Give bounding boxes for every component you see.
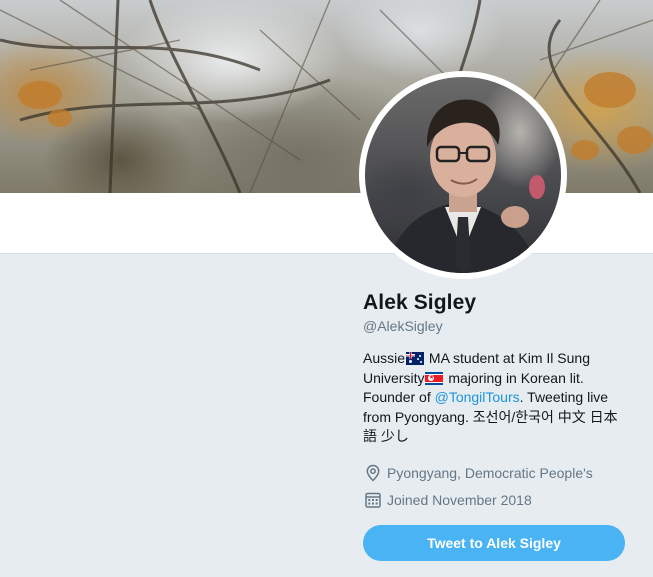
bio-mention-link[interactable]: @TongilTours [435, 389, 520, 405]
profile-bio: Aussie MA student at Kim Il Sung Univers… [363, 349, 625, 447]
tweet-to-button[interactable]: Tweet to Alek Sigley [363, 525, 625, 561]
location-text: Pyongyang, Democratic People's [387, 465, 593, 481]
profile-avatar[interactable] [359, 71, 567, 279]
avatar-photo [365, 77, 561, 273]
joined-text: Joined November 2018 [387, 492, 532, 508]
profile-joined-date: Joined November 2018 [364, 490, 532, 510]
australia-flag-icon [406, 352, 425, 365]
north-korea-flag-icon [425, 371, 444, 385]
profile-name[interactable]: Alek Sigley [363, 291, 476, 315]
location-pin-icon [364, 464, 382, 482]
calendar-icon [364, 491, 382, 509]
profile-handle[interactable]: @AlekSigley [363, 318, 443, 334]
profile-location: Pyongyang, Democratic People's [364, 463, 593, 483]
bio-text-1: Aussie [363, 350, 406, 366]
